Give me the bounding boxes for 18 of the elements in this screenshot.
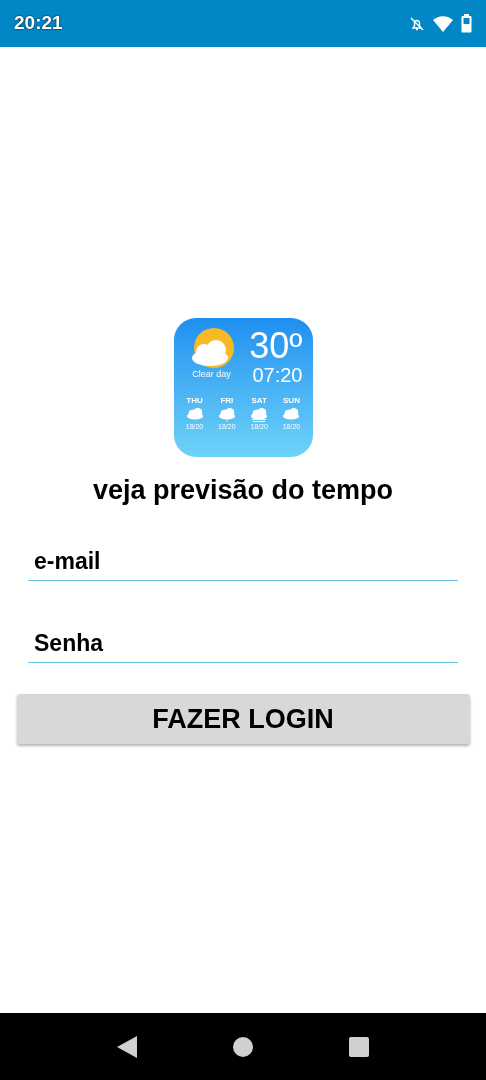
back-icon[interactable] bbox=[117, 1035, 137, 1058]
day-label: SUN bbox=[283, 396, 300, 405]
condition-text: Clear day bbox=[192, 368, 231, 380]
home-icon[interactable] bbox=[233, 1036, 253, 1057]
status-time: 20:21 bbox=[14, 11, 63, 36]
bell-off-icon bbox=[409, 15, 425, 32]
day-label: THU bbox=[186, 396, 203, 405]
wifi-icon bbox=[433, 15, 453, 32]
page-title: veja previsão do tempo bbox=[92, 474, 394, 507]
recents-icon[interactable] bbox=[349, 1036, 369, 1057]
time-text: 07:20 bbox=[252, 364, 303, 386]
battery-icon bbox=[461, 14, 472, 33]
day-label: FRI bbox=[220, 396, 234, 405]
login-button[interactable]: FAZER LOGIN bbox=[16, 694, 470, 744]
input-field[interactable]: Senha bbox=[28, 625, 458, 663]
input-field[interactable]: e-mail bbox=[28, 543, 458, 581]
temperature-text: 30º bbox=[249, 328, 303, 364]
day-label: SAT bbox=[251, 396, 267, 405]
